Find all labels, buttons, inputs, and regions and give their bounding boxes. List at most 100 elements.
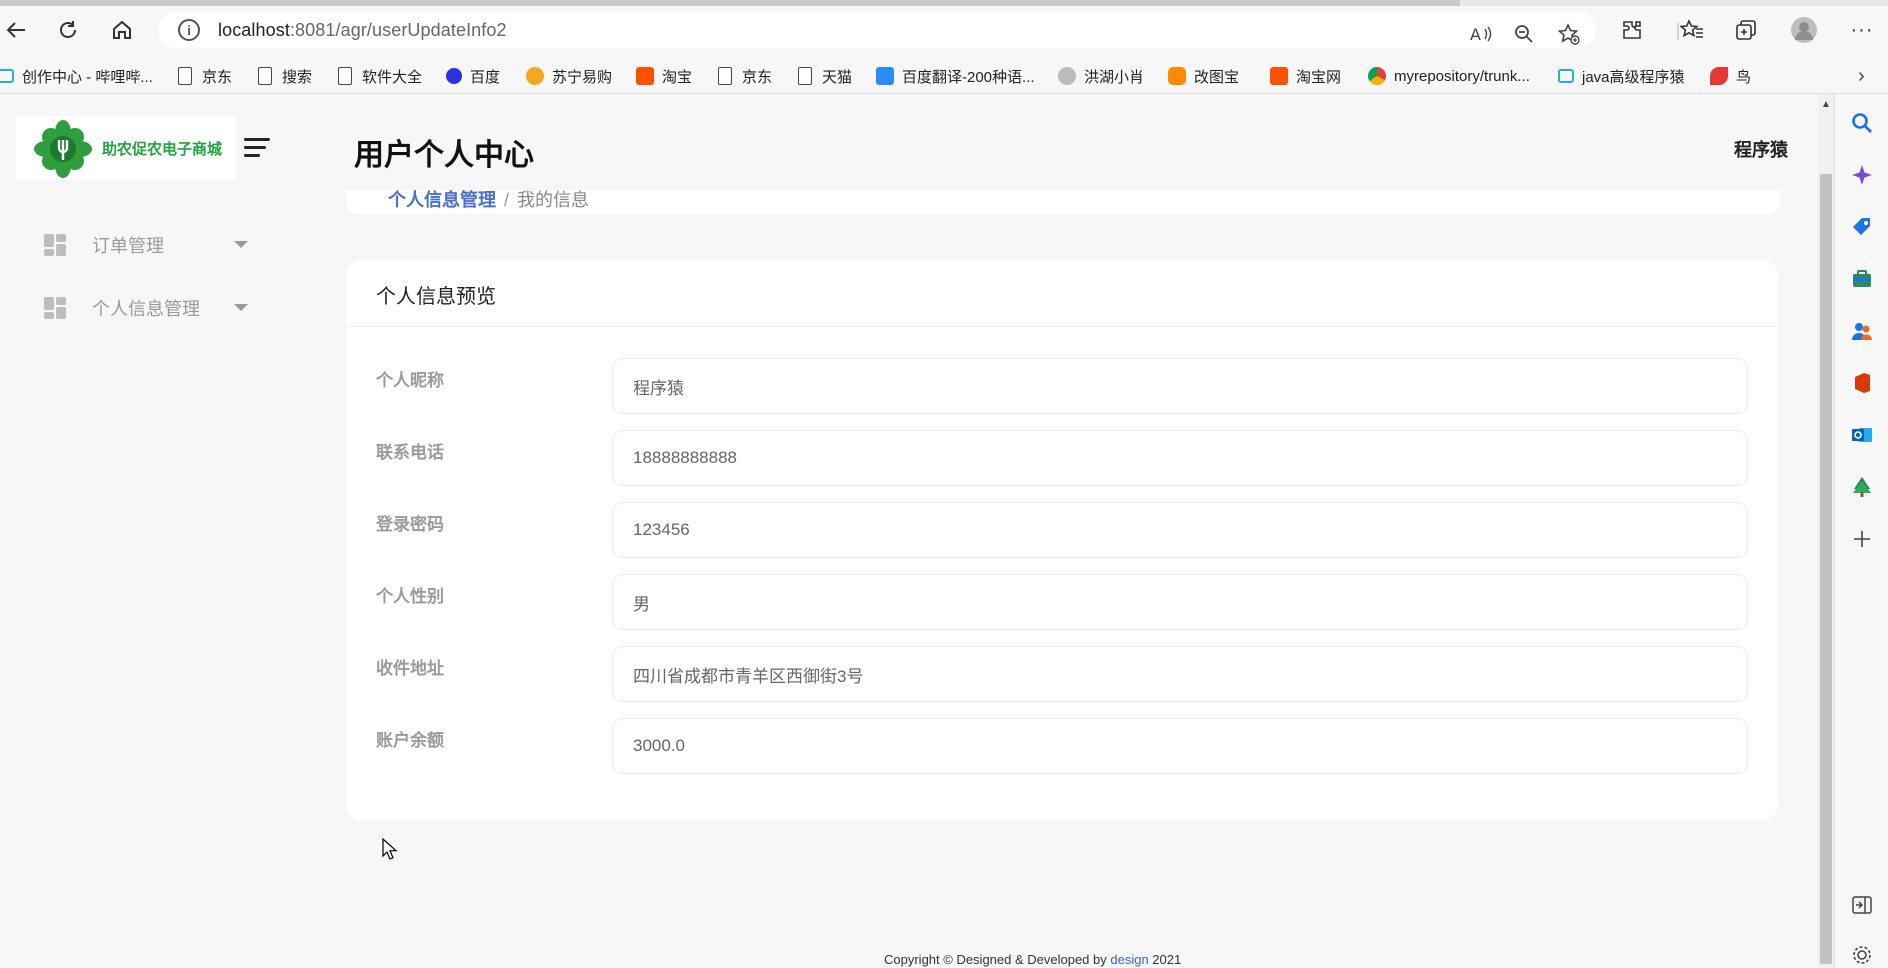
nickname-field[interactable]: 程序猿 bbox=[612, 358, 1748, 414]
bookmark-baidu[interactable]: 百度 bbox=[446, 58, 500, 94]
bookmark-taobao-net[interactable]: 淘宝网 bbox=[1270, 58, 1341, 94]
bookmark-label: 天猫 bbox=[822, 68, 853, 86]
logo-text: 助农促农电子商城 bbox=[102, 141, 223, 158]
collections-icon[interactable] bbox=[1730, 14, 1762, 46]
scroll-up-arrow-icon[interactable]: ▲ bbox=[1818, 100, 1834, 110]
tools-briefcase-icon[interactable] bbox=[1851, 268, 1873, 290]
bookmark-baidu-translate[interactable]: 百度翻译-200种语... bbox=[876, 58, 1035, 94]
bookmark-software[interactable]: 软件大全 bbox=[338, 58, 422, 94]
footer-text: Copyright © Designed & Developed by bbox=[884, 952, 1111, 967]
site-info-icon[interactable]: i bbox=[178, 19, 200, 41]
bookmark-tmall[interactable]: 天猫 bbox=[798, 58, 852, 94]
hide-sidebar-icon[interactable] bbox=[1851, 894, 1873, 916]
edge-sidebar bbox=[1834, 94, 1888, 968]
active-tab[interactable] bbox=[0, 0, 1460, 6]
password-field[interactable]: 123456 bbox=[612, 502, 1748, 558]
settings-icon[interactable] bbox=[1851, 944, 1873, 966]
page-icon bbox=[258, 67, 272, 85]
bookmark-label: 京东 bbox=[202, 68, 233, 86]
suning-icon bbox=[526, 67, 544, 85]
more-options-icon[interactable]: ··· bbox=[1846, 14, 1878, 46]
sidebar-item-profile[interactable]: 个人信息管理 bbox=[44, 293, 254, 323]
field-row: 个人性别 男 bbox=[376, 574, 1748, 630]
menu-toggle-icon[interactable] bbox=[244, 138, 270, 158]
bookmark-label: 软件大全 bbox=[362, 68, 423, 86]
sidebar-item-orders[interactable]: 订单管理 bbox=[44, 230, 254, 260]
url-text[interactable]: localhost:8081/agr/userUpdateInfo2 bbox=[218, 20, 507, 41]
app-page: 个人信息管理 / 我的信息 助农促农电子商城 用户个人中心 程序猿 订单管理 个… bbox=[0, 94, 1818, 968]
bookmark-label: 苏宁易购 bbox=[552, 68, 613, 86]
bird-red-icon bbox=[1710, 67, 1728, 85]
footer-link[interactable]: design bbox=[1110, 952, 1148, 967]
field-row: 收件地址 四川省成都市青羊区西御街3号 bbox=[376, 646, 1748, 702]
user-name[interactable]: 程序猿 bbox=[1734, 136, 1788, 162]
page-title: 用户个人中心 bbox=[354, 139, 534, 172]
add-favorite-icon[interactable] bbox=[1558, 20, 1580, 48]
balance-field[interactable]: 3000.0 bbox=[612, 718, 1748, 774]
phone-field[interactable]: 18888888888 bbox=[612, 430, 1748, 486]
search-icon[interactable] bbox=[1851, 112, 1873, 134]
bookmark-search[interactable]: 搜索 bbox=[258, 58, 312, 94]
refresh-icon[interactable] bbox=[52, 14, 84, 46]
address-field[interactable]: 四川省成都市青羊区西御街3号 bbox=[612, 646, 1748, 702]
bookmark-jd-2[interactable]: 京东 bbox=[718, 58, 772, 94]
tree-icon[interactable] bbox=[1851, 476, 1873, 498]
taobao-icon bbox=[1270, 67, 1288, 85]
baidu-icon bbox=[446, 68, 462, 84]
breadcrumb-separator: / bbox=[504, 190, 510, 210]
breadcrumb-parent-link[interactable]: 个人信息管理 bbox=[388, 190, 496, 210]
header-bar bbox=[346, 94, 1780, 190]
bookmark-honghu[interactable]: 洪湖小肖 bbox=[1058, 58, 1144, 94]
bookmark-bilibili[interactable]: 创作中心 - 哔哩哔... bbox=[0, 58, 153, 94]
chrome-icon bbox=[1368, 67, 1386, 85]
zoom-out-icon[interactable] bbox=[1514, 20, 1534, 48]
shopping-tag-icon[interactable] bbox=[1851, 216, 1873, 238]
gender-field[interactable]: 男 bbox=[612, 574, 1748, 630]
bookmark-label: 淘宝 bbox=[662, 68, 693, 86]
bookmark-label: myrepository/trunk... bbox=[1394, 67, 1530, 85]
bookmarks-overflow-icon[interactable]: › bbox=[1858, 58, 1865, 94]
scroll-thumb[interactable] bbox=[1820, 174, 1832, 964]
bookmark-label: 洪湖小肖 bbox=[1084, 68, 1145, 86]
home-icon[interactable] bbox=[106, 14, 138, 46]
bookmark-jd[interactable]: 京东 bbox=[178, 58, 232, 94]
outlook-icon[interactable] bbox=[1851, 424, 1873, 446]
profile-avatar[interactable] bbox=[1788, 14, 1820, 46]
bookmark-gaitubao[interactable]: 改图宝 bbox=[1168, 58, 1239, 94]
svg-text:A: A bbox=[1470, 25, 1481, 44]
back-icon[interactable] bbox=[0, 14, 32, 46]
read-aloud-icon[interactable]: A bbox=[1470, 20, 1492, 48]
taobao-icon bbox=[636, 67, 654, 85]
office-icon[interactable] bbox=[1851, 372, 1873, 394]
bookmark-label: 鸟 bbox=[1736, 68, 1752, 86]
favorites-icon[interactable] bbox=[1676, 14, 1708, 46]
field-label: 联系电话 bbox=[376, 443, 444, 462]
copilot-sparkle-icon[interactable] bbox=[1851, 164, 1873, 186]
extensions-icon[interactable] bbox=[1616, 14, 1648, 46]
bookmark-label: 搜索 bbox=[282, 68, 313, 86]
address-bar[interactable]: i localhost:8081/agr/userUpdateInfo2 A bbox=[158, 12, 1596, 48]
page-icon bbox=[718, 67, 732, 85]
bookmark-myrepository[interactable]: myrepository/trunk... bbox=[1368, 58, 1530, 94]
bookmark-taobao[interactable]: 淘宝 bbox=[636, 58, 692, 94]
bookmark-bird[interactable]: 鸟 bbox=[1710, 58, 1751, 94]
bookmark-label: 淘宝网 bbox=[1296, 68, 1342, 86]
logo[interactable]: 助农促农电子商城 bbox=[16, 116, 236, 180]
page-icon bbox=[178, 67, 192, 85]
bookmark-java[interactable]: java高级程序猿 bbox=[1558, 58, 1685, 94]
page-scrollbar[interactable]: ▲ bbox=[1818, 94, 1834, 968]
bookmarks-bar: 创作中心 - 哔哩哔... 京东 搜索 软件大全 百度 苏宁易购 淘宝 京东 天… bbox=[0, 58, 1888, 94]
field-row: 账户余额 3000.0 bbox=[376, 718, 1748, 774]
bookmark-suning[interactable]: 苏宁易购 bbox=[526, 58, 612, 94]
profile-card: 个人信息预览 个人昵称 程序猿 联系电话 18888888888 登录密码 12… bbox=[346, 260, 1778, 820]
breadcrumb-current: 我的信息 bbox=[517, 190, 590, 210]
field-label: 个人性别 bbox=[376, 587, 444, 606]
sidebar-item-label: 个人信息管理 bbox=[92, 299, 200, 319]
people-icon[interactable] bbox=[1851, 320, 1873, 342]
url-path: :8081/agr/userUpdateInfo2 bbox=[289, 19, 507, 40]
field-row: 登录密码 123456 bbox=[376, 502, 1748, 558]
add-icon[interactable] bbox=[1851, 528, 1873, 550]
bookmark-label: 改图宝 bbox=[1194, 68, 1240, 86]
bookmark-label: 百度翻译-200种语... bbox=[902, 68, 1035, 86]
sidebar-item-label: 订单管理 bbox=[92, 236, 164, 256]
